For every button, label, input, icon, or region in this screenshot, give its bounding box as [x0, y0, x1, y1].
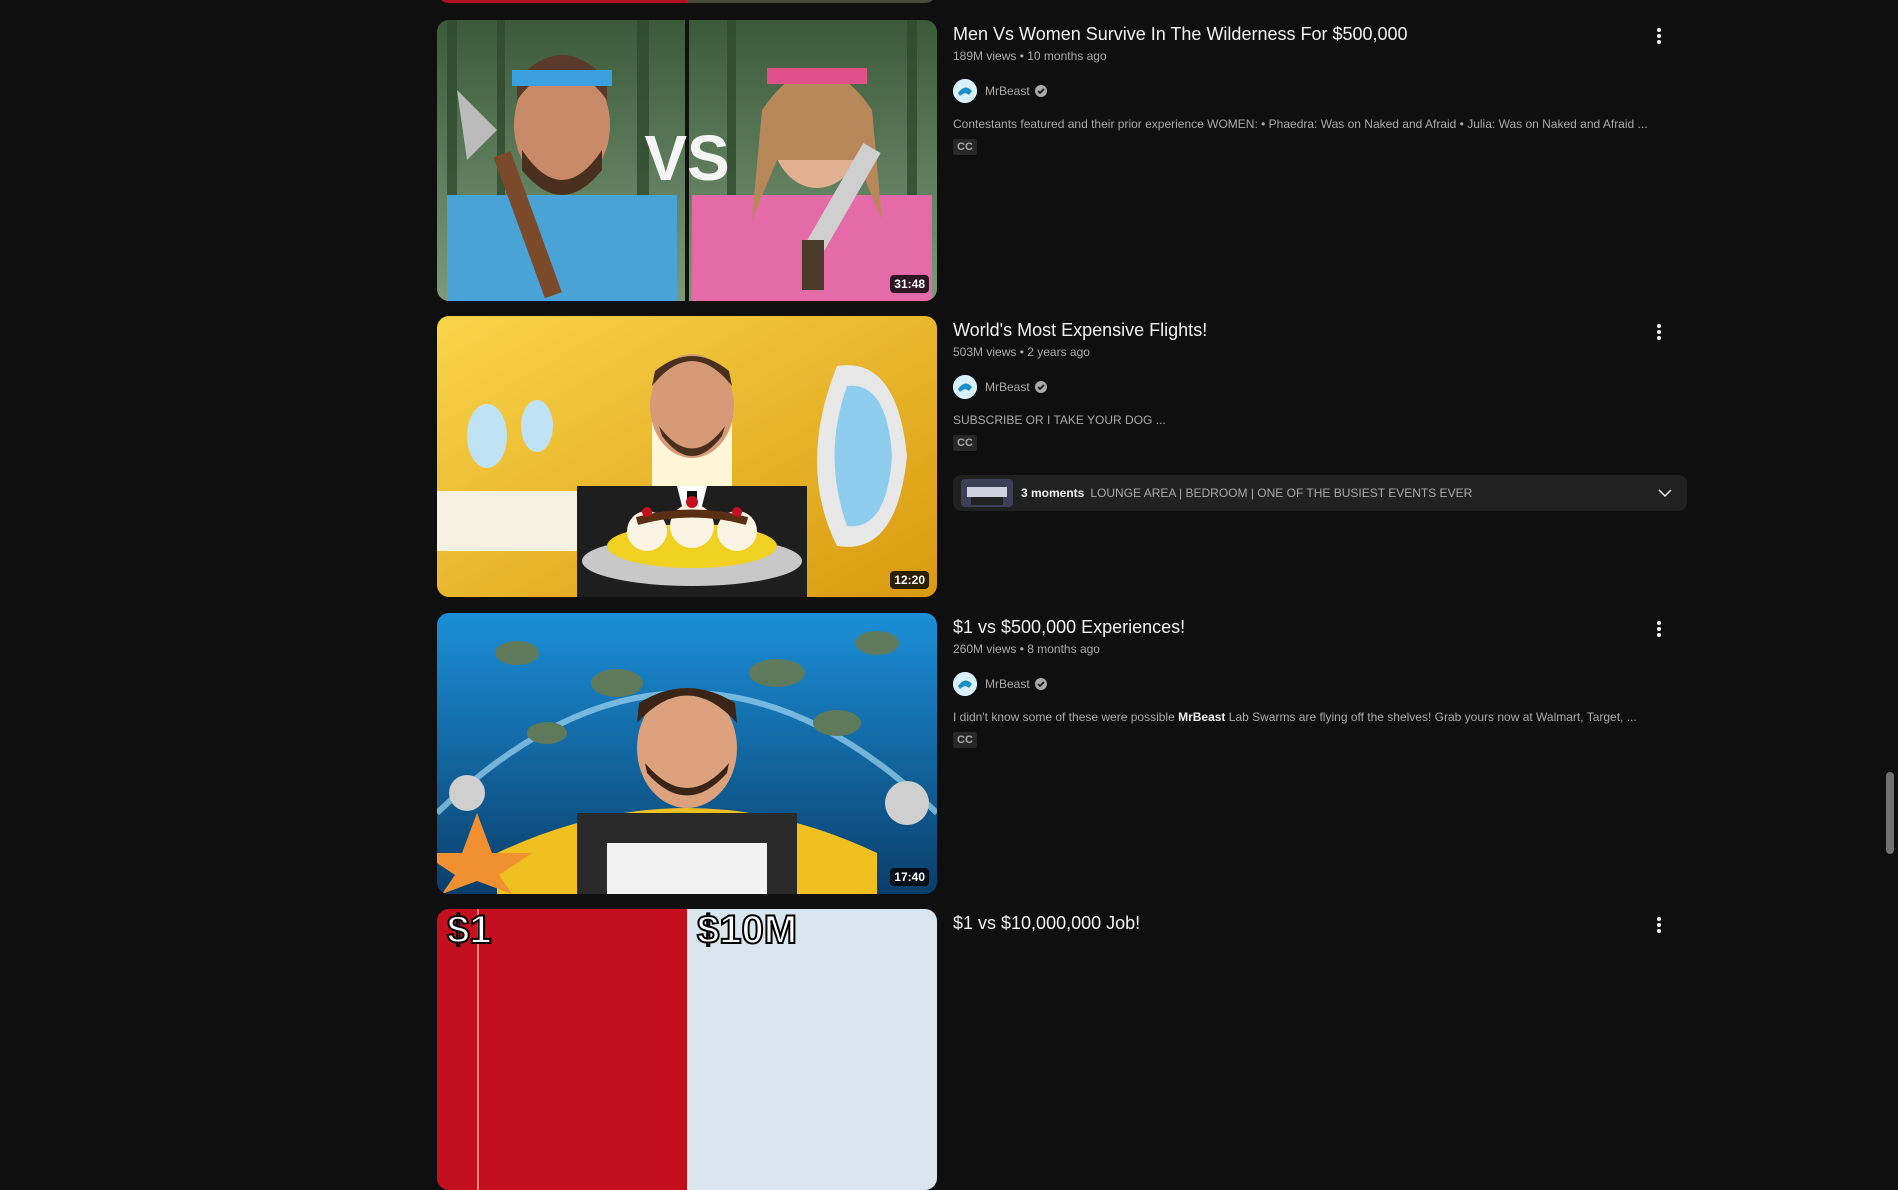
video-duration: 12:20: [890, 571, 929, 589]
thumbnail-text-left: $1: [447, 909, 492, 952]
meta-separator: •: [1019, 345, 1024, 359]
video-duration: 17:40: [890, 868, 929, 886]
cc-badge: CC: [953, 139, 977, 155]
video-thumbnail[interactable]: $1 $10M: [437, 909, 937, 1190]
thumbnail-image: [437, 613, 937, 894]
video-title[interactable]: $1 vs $500,000 Experiences!: [953, 613, 1653, 640]
channel-avatar[interactable]: [953, 672, 977, 696]
video-meta: 189M views • 10 months ago: [953, 47, 1653, 65]
video-description: I didn't know some of these were possibl…: [953, 708, 1653, 726]
video-thumbnail[interactable]: [437, 0, 937, 3]
view-count: 260M views: [953, 642, 1017, 656]
cc-badge: CC: [953, 435, 977, 451]
channel-avatar[interactable]: [953, 375, 977, 399]
video-info: $1 vs $10,000,000 Job!: [953, 909, 1653, 936]
chevron-down-icon[interactable]: [1657, 485, 1673, 506]
thumbnail-image: $1 $10M: [437, 909, 937, 1190]
channel-link[interactable]: MrBeast: [953, 375, 1653, 399]
channel-name[interactable]: MrBeast: [985, 84, 1030, 98]
meta-separator: •: [1019, 49, 1024, 63]
video-title[interactable]: World's Most Expensive Flights!: [953, 316, 1653, 343]
moments-chapters: LOUNGE AREA | BEDROOM | ONE OF THE BUSIE…: [1090, 486, 1473, 500]
more-vert-icon[interactable]: [1647, 617, 1671, 641]
video-thumbnail[interactable]: 17:40: [437, 613, 937, 894]
channel-link[interactable]: MrBeast: [953, 79, 1653, 103]
video-info: World's Most Expensive Flights! 503M vie…: [953, 316, 1653, 451]
upload-age: 2 years ago: [1027, 345, 1090, 359]
video-description: Contestants featured and their prior exp…: [953, 117, 1648, 131]
description-text: Lab Swarms are flying off the shelves! G…: [1225, 710, 1637, 724]
video-info: $1 vs $500,000 Experiences! 260M views •…: [953, 613, 1653, 748]
view-count: 503M views: [953, 345, 1017, 359]
more-vert-icon[interactable]: [1647, 24, 1671, 48]
video-meta: 260M views • 8 months ago: [953, 640, 1653, 658]
cc-badge: CC: [953, 732, 977, 748]
moments-thumbnail: [961, 479, 1013, 507]
verified-check-icon: [1034, 677, 1048, 691]
moments-count: 3 moments: [1021, 486, 1085, 500]
video-duration: 31:48: [890, 275, 929, 293]
video-thumbnail[interactable]: 12:20: [437, 316, 937, 597]
channel-link[interactable]: MrBeast: [953, 672, 1653, 696]
scrollbar-thumb[interactable]: [1886, 772, 1894, 854]
channel-name[interactable]: MrBeast: [985, 677, 1030, 691]
video-thumbnail[interactable]: VS 31:48: [437, 20, 937, 301]
video-description: SUBSCRIBE OR I TAKE YOUR DOG ...: [953, 413, 1166, 427]
view-count: 189M views: [953, 49, 1017, 63]
upload-age: 10 months ago: [1027, 49, 1107, 63]
upload-age: 8 months ago: [1027, 642, 1100, 656]
thumbnail-image: VS: [437, 20, 937, 301]
description-highlight: MrBeast: [1178, 710, 1226, 724]
video-info: Men Vs Women Survive In The Wilderness F…: [953, 20, 1653, 155]
description-text: I didn't know some of these were possibl…: [953, 710, 1179, 724]
thumbnail-text-right: $10M: [697, 909, 797, 952]
key-moments-bar[interactable]: 3 moments LOUNGE AREA | BEDROOM | ONE OF…: [953, 475, 1687, 511]
more-vert-icon[interactable]: [1647, 913, 1671, 937]
verified-check-icon: [1034, 84, 1048, 98]
video-meta: 503M views • 2 years ago: [953, 343, 1653, 361]
more-vert-icon[interactable]: [1647, 320, 1671, 344]
channel-avatar[interactable]: [953, 79, 977, 103]
meta-separator: •: [1019, 642, 1024, 656]
verified-check-icon: [1034, 380, 1048, 394]
video-title[interactable]: Men Vs Women Survive In The Wilderness F…: [953, 20, 1653, 47]
video-title[interactable]: $1 vs $10,000,000 Job!: [953, 909, 1653, 936]
svg-text:VS: VS: [644, 122, 729, 194]
thumbnail-image: [437, 316, 937, 597]
thumbnail-image: [437, 0, 937, 3]
channel-name[interactable]: MrBeast: [985, 380, 1030, 394]
